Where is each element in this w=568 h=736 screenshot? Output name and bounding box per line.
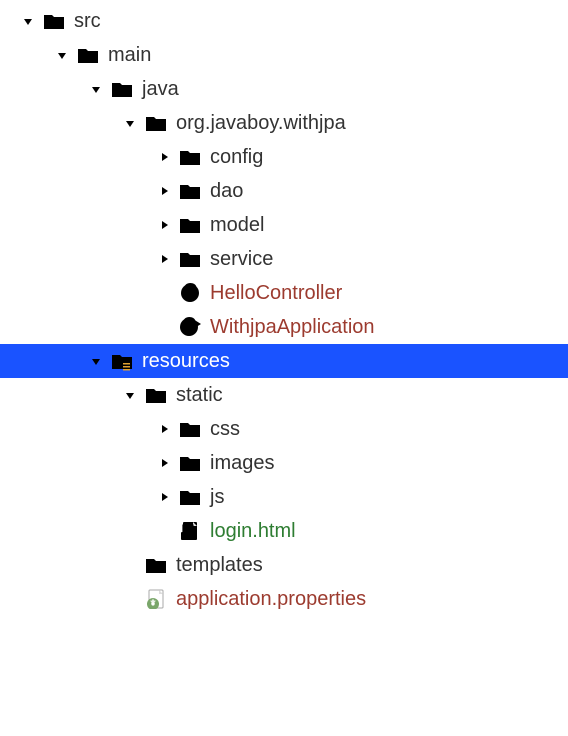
- folder-icon: [144, 554, 168, 576]
- folder-icon: [178, 486, 202, 508]
- chevron-down-icon[interactable]: [54, 47, 70, 63]
- tree-node-js[interactable]: js: [0, 480, 568, 514]
- folder-icon: [76, 44, 100, 66]
- tree-label: login.html: [210, 520, 296, 543]
- tree-node-java[interactable]: java: [0, 72, 568, 106]
- chevron-down-icon[interactable]: [122, 387, 138, 403]
- package-icon: [178, 180, 202, 202]
- chevron-down-icon[interactable]: [88, 353, 104, 369]
- tree-node-resources[interactable]: resources: [0, 344, 568, 378]
- tree-label: static: [176, 384, 223, 407]
- package-icon: [178, 146, 202, 168]
- tree-label: org.javaboy.withjpa: [176, 112, 346, 135]
- tree-node-app-properties[interactable]: application.properties: [0, 582, 568, 616]
- java-class-icon: [178, 282, 202, 304]
- tree-label: config: [210, 146, 263, 169]
- tree-node-withjpa-app[interactable]: WithjpaApplication: [0, 310, 568, 344]
- tree-node-css[interactable]: css: [0, 412, 568, 446]
- tree-label: dao: [210, 180, 243, 203]
- tree-label: model: [210, 214, 264, 237]
- tree-label: java: [142, 78, 179, 101]
- folder-icon: [42, 10, 66, 32]
- chevron-down-icon[interactable]: [88, 81, 104, 97]
- chevron-right-icon[interactable]: [156, 149, 172, 165]
- tree-node-service[interactable]: service: [0, 242, 568, 276]
- tree-label: HelloController: [210, 282, 342, 305]
- tree-label: css: [210, 418, 240, 441]
- tree-label: main: [108, 44, 151, 67]
- chevron-right-icon[interactable]: [156, 455, 172, 471]
- tree-label: js: [210, 486, 224, 509]
- tree-node-dao[interactable]: dao: [0, 174, 568, 208]
- tree-node-static[interactable]: static: [0, 378, 568, 412]
- source-folder-icon: [110, 78, 134, 100]
- tree-node-package[interactable]: org.javaboy.withjpa: [0, 106, 568, 140]
- properties-file-icon: [144, 588, 168, 610]
- tree-label: images: [210, 452, 274, 475]
- tree-label: application.properties: [176, 588, 366, 611]
- tree-label: resources: [142, 350, 230, 373]
- tree-label: templates: [176, 554, 263, 577]
- tree-node-hello-controller[interactable]: HelloController: [0, 276, 568, 310]
- folder-icon: [144, 384, 168, 406]
- tree-label: WithjpaApplication: [210, 316, 375, 339]
- chevron-down-icon[interactable]: [20, 13, 36, 29]
- tree-node-src[interactable]: src: [0, 4, 568, 38]
- tree-node-images[interactable]: images: [0, 446, 568, 480]
- tree-node-config[interactable]: config: [0, 140, 568, 174]
- chevron-right-icon[interactable]: [156, 217, 172, 233]
- chevron-right-icon[interactable]: [156, 183, 172, 199]
- tree-node-model[interactable]: model: [0, 208, 568, 242]
- tree-label: service: [210, 248, 273, 271]
- tree-node-login-html[interactable]: login.html: [0, 514, 568, 548]
- chevron-right-icon[interactable]: [156, 489, 172, 505]
- java-runnable-class-icon: [178, 316, 202, 338]
- package-icon: [178, 248, 202, 270]
- html-file-icon: [178, 520, 202, 542]
- package-icon: [144, 112, 168, 134]
- folder-icon: [178, 418, 202, 440]
- package-icon: [178, 214, 202, 236]
- tree-label: src: [74, 10, 101, 33]
- chevron-right-icon[interactable]: [156, 421, 172, 437]
- chevron-down-icon[interactable]: [122, 115, 138, 131]
- folder-icon: [178, 452, 202, 474]
- project-tree: src main java org.javaboy.withjpa config…: [0, 0, 568, 616]
- tree-node-templates[interactable]: templates: [0, 548, 568, 582]
- tree-node-main[interactable]: main: [0, 38, 568, 72]
- resources-folder-icon: [110, 350, 134, 372]
- chevron-right-icon[interactable]: [156, 251, 172, 267]
